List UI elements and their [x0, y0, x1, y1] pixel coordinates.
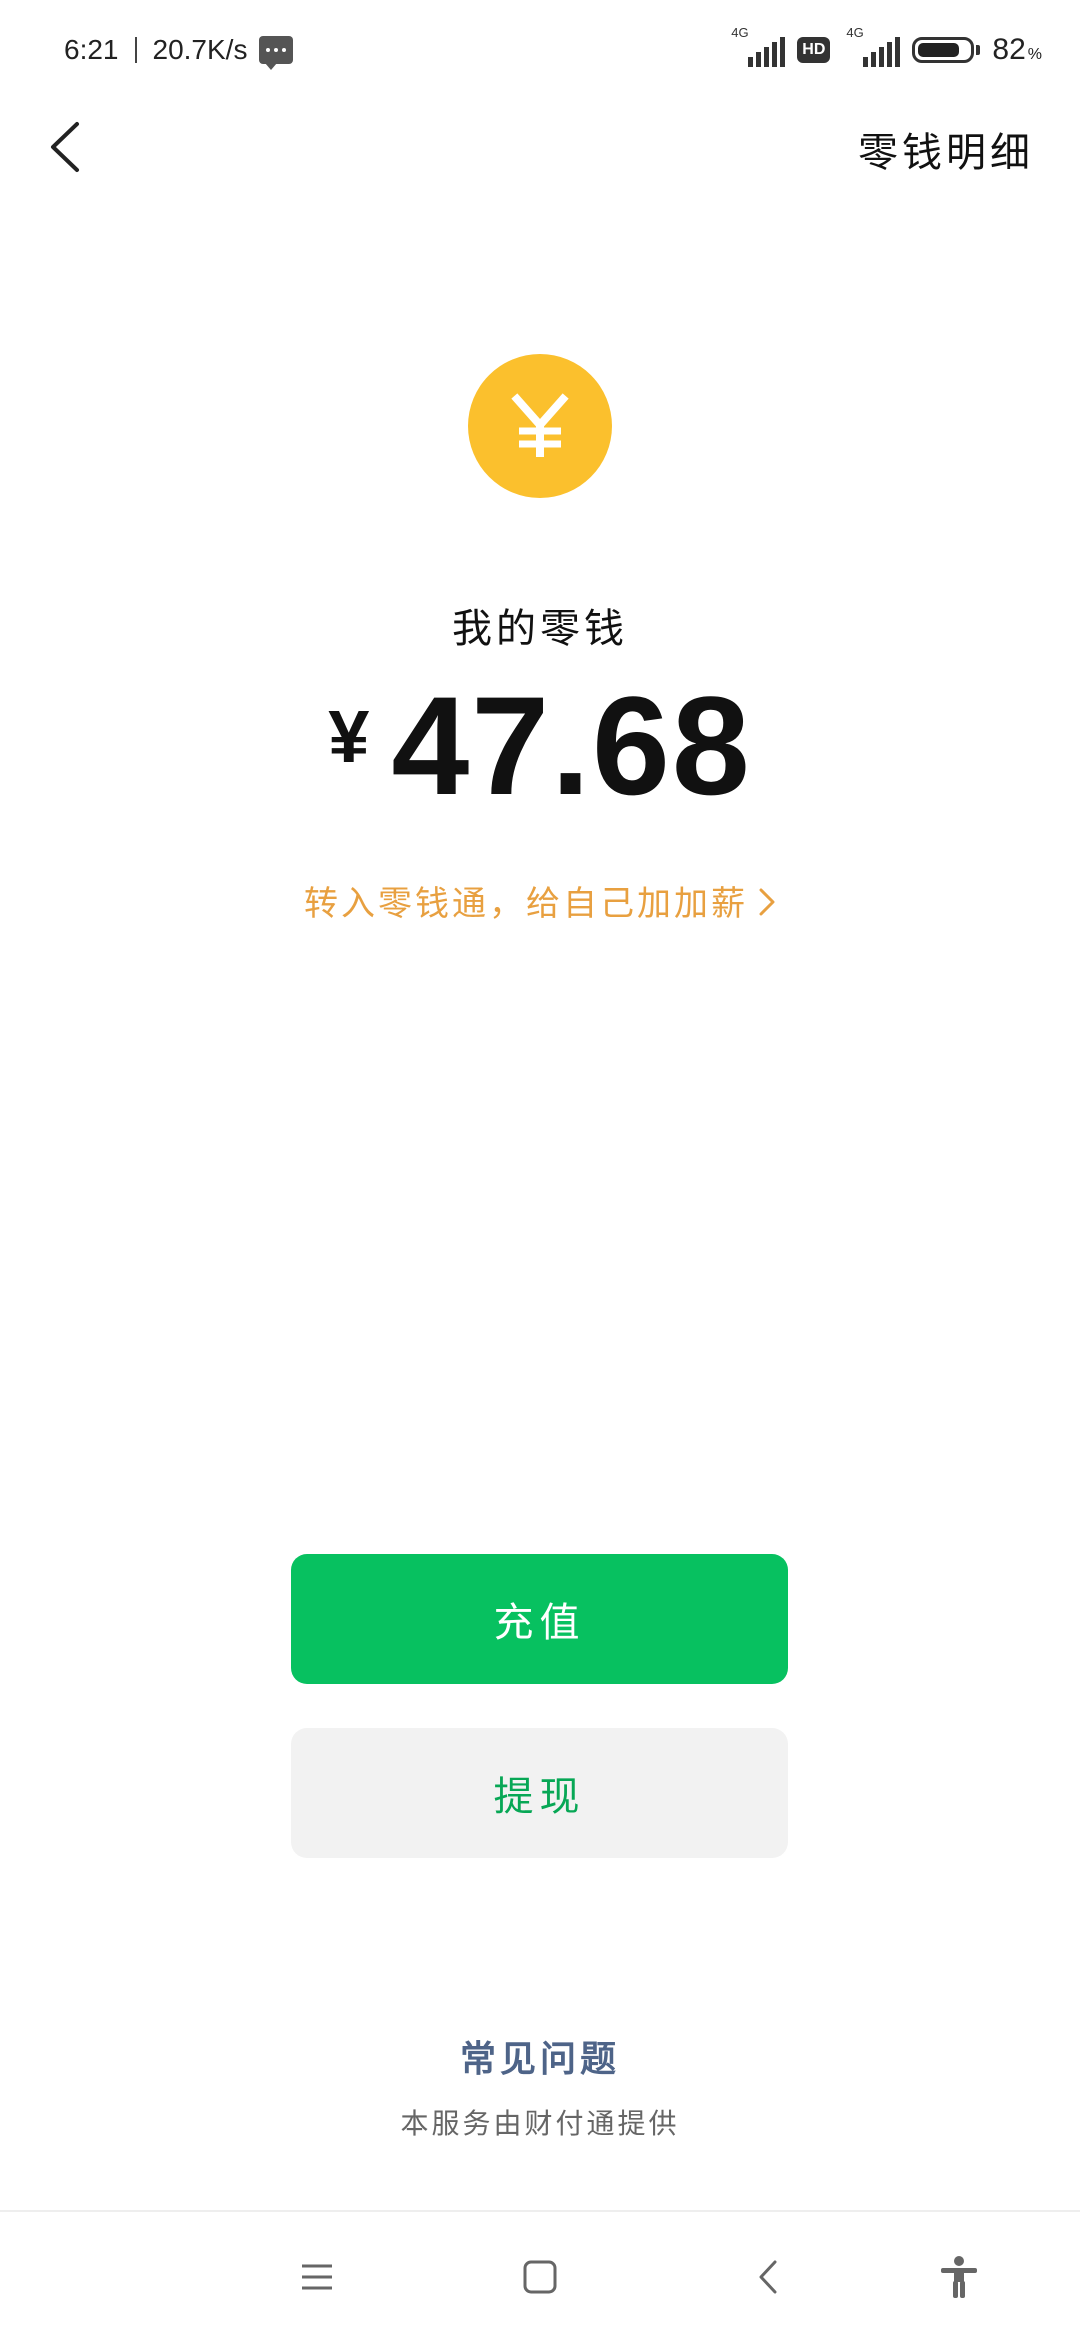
- status-bar: 6:21 20.7K/s 4G HD 4G 82 %: [0, 0, 1080, 100]
- chevron-right-icon: [758, 886, 776, 926]
- yuan-symbol-icon: [511, 393, 569, 457]
- network-speed: 20.7K/s: [152, 34, 248, 65]
- balance-amount: 47.68: [391, 667, 752, 824]
- nav-home-button[interactable]: [505, 2242, 575, 2312]
- menu-icon: [302, 2264, 332, 2290]
- yuan-coin-icon: [468, 354, 612, 498]
- nav-back-button[interactable]: [733, 2242, 803, 2312]
- nav-recents-button[interactable]: [282, 2242, 352, 2312]
- status-divider: [134, 37, 137, 63]
- service-provider-text: 本服务由财付通提供: [400, 2107, 680, 2140]
- wallet-label: 我的零钱: [452, 606, 628, 652]
- network-type-label: 4G: [846, 25, 864, 40]
- message-notification-icon: [259, 36, 294, 70]
- status-right: 4G HD 4G 82%: [727, 25, 1042, 74]
- withdraw-button[interactable]: 提现: [291, 1728, 788, 1858]
- nav-accessibility-button[interactable]: [924, 2242, 994, 2312]
- status-time: 6:21: [64, 34, 119, 65]
- promo-link[interactable]: 转入零钱通，给自己加加薪: [0, 876, 1080, 926]
- signal-strength-icon: 4G: [842, 25, 901, 71]
- home-square-icon: [523, 2260, 557, 2294]
- accessibility-icon: [941, 2256, 977, 2298]
- hd-voice-badge: HD: [797, 37, 831, 63]
- chevron-left-icon: [759, 2260, 777, 2294]
- recharge-button[interactable]: 充值: [291, 1554, 788, 1684]
- faq-link[interactable]: 常见问题: [0, 2030, 1080, 2082]
- header: 零钱明细: [0, 100, 1080, 190]
- network-type-label: 4G: [731, 25, 749, 40]
- signal-strength-icon: 4G: [727, 25, 786, 71]
- back-button[interactable]: [30, 112, 100, 182]
- battery-icon: [912, 37, 981, 63]
- back-arrow-icon: [51, 122, 79, 172]
- currency-symbol: ¥: [328, 695, 370, 778]
- balance-display: ¥ 47.68: [0, 676, 1080, 816]
- system-nav-bar: [0, 2210, 1080, 2340]
- change-details-link[interactable]: 零钱明细: [858, 120, 1034, 178]
- promo-text: 转入零钱通，给自己加加薪: [304, 884, 748, 924]
- battery-percentage: 82%: [992, 33, 1042, 66]
- status-left: 6:21 20.7K/s: [64, 28, 294, 72]
- battery-fill: [918, 43, 960, 57]
